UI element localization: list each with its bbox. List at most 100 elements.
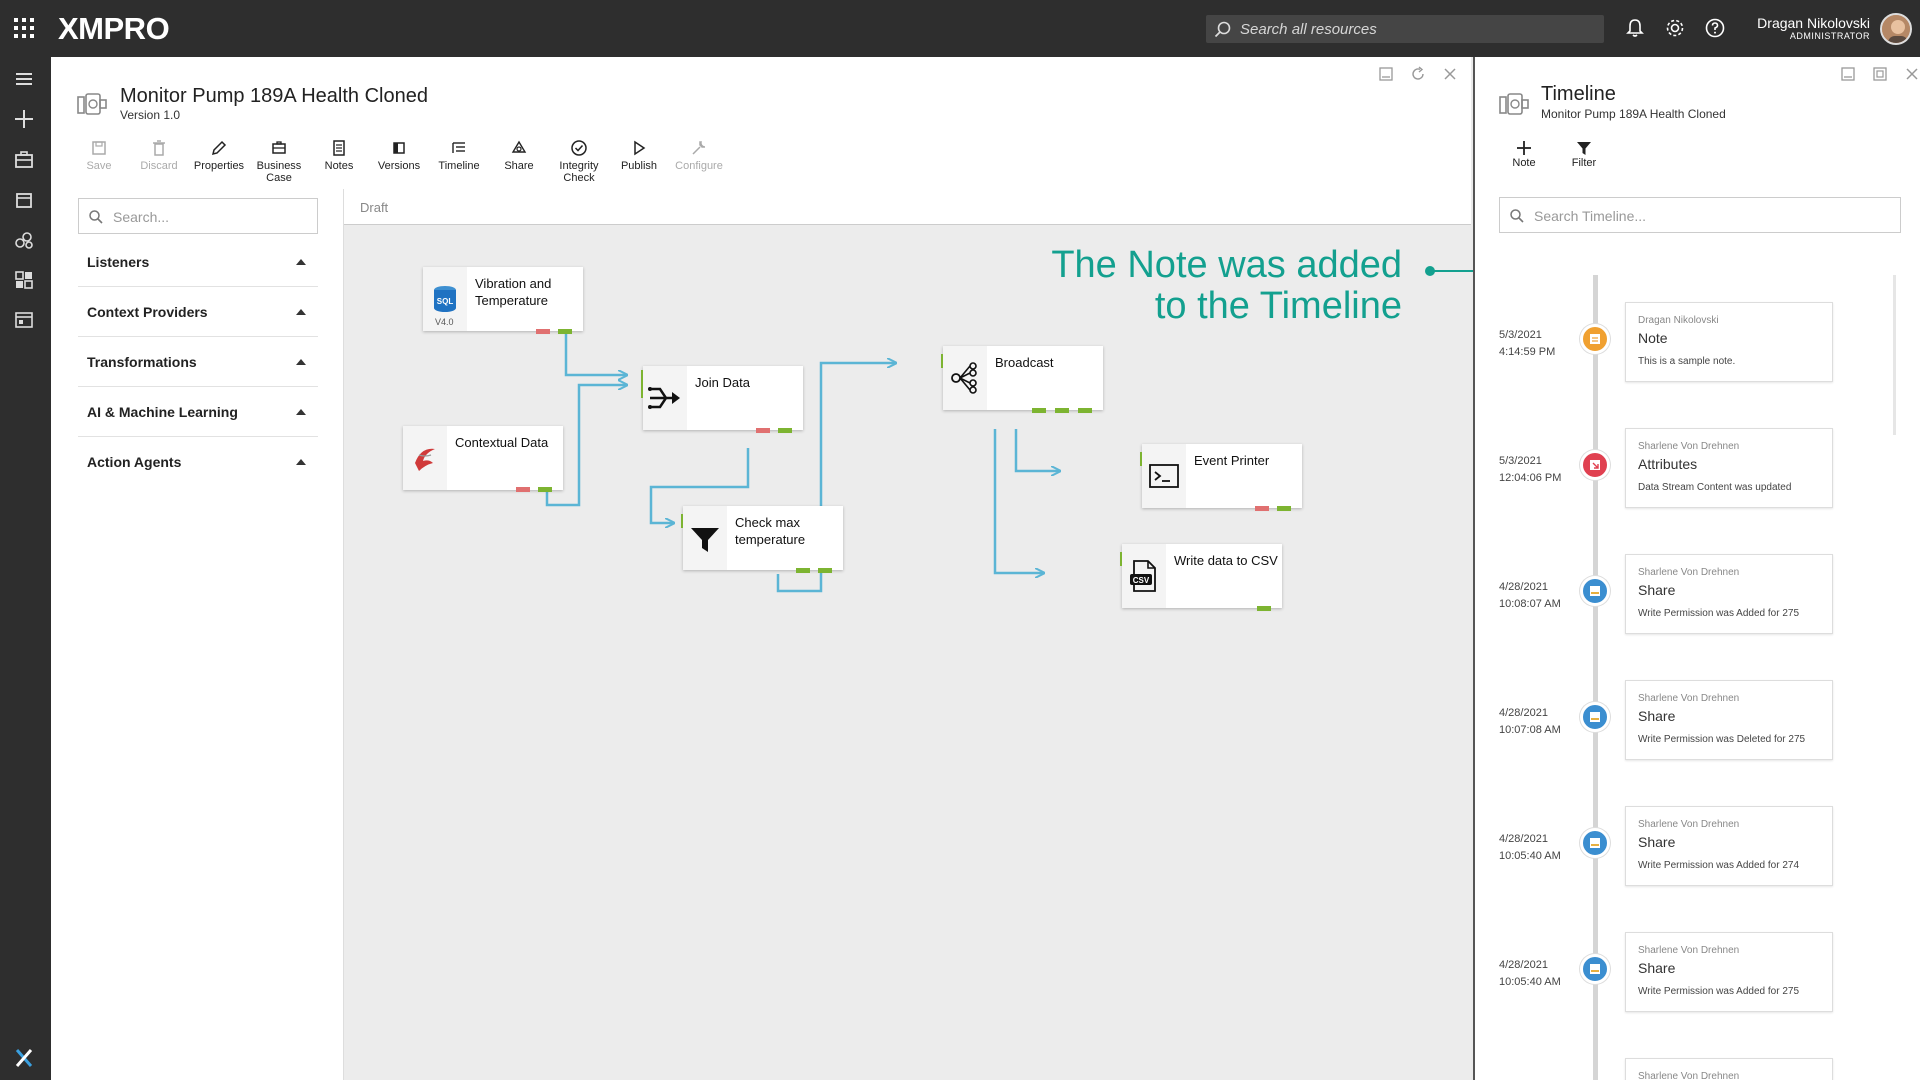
- agent-toolbox: Search... Listeners Context Providers Tr…: [51, 189, 344, 1080]
- timeline-entry-card[interactable]: Sharlene Von Drehnen Share Write Permiss…: [1625, 680, 1833, 760]
- annotation-line-1: The Note was added: [1051, 244, 1402, 286]
- minimize-icon[interactable]: [1377, 65, 1395, 83]
- global-search-input[interactable]: Search all resources: [1206, 15, 1604, 43]
- timeline-label: Timeline: [438, 160, 480, 172]
- category-listeners[interactable]: Listeners: [78, 237, 318, 287]
- configure-label: Configure: [675, 160, 723, 172]
- error-port[interactable]: [516, 487, 530, 492]
- output-port[interactable]: [1257, 606, 1271, 611]
- agent-node-contextual-data[interactable]: Contextual Data: [403, 426, 563, 492]
- timeline-entry-card[interactable]: Sharlene Von Drehnen Share Write Permiss…: [1625, 806, 1833, 886]
- close-icon[interactable]: [1903, 65, 1920, 83]
- output-port[interactable]: [1277, 506, 1291, 511]
- entry-type: Attributes: [1638, 456, 1698, 472]
- output-port[interactable]: [1055, 408, 1069, 413]
- timeline-entry-card[interactable]: Sharlene Von Drehnen Share Write Permiss…: [1625, 932, 1833, 1012]
- check-circle-icon: [571, 140, 587, 156]
- svg-text:SQL: SQL: [437, 297, 454, 306]
- node-version: V4.0: [435, 317, 454, 327]
- timeline-entry-card[interactable]: Sharlene Von Drehnen: [1625, 1058, 1833, 1080]
- user-role: ADMINISTRATOR: [1789, 31, 1870, 41]
- maximize-icon[interactable]: [1871, 65, 1889, 83]
- collapse-icon: [296, 259, 306, 265]
- output-port[interactable]: [778, 428, 792, 433]
- calendar-icon[interactable]: [13, 189, 35, 211]
- output-port[interactable]: [818, 568, 832, 573]
- output-port[interactable]: [796, 568, 810, 573]
- share-label: Share: [504, 160, 534, 172]
- share-entry-icon: [1580, 576, 1610, 606]
- collapse-icon: [296, 409, 306, 415]
- agent-node-write-csv[interactable]: CSV Write data to CSV: [1120, 544, 1282, 611]
- category-ai-machine-learning[interactable]: AI & Machine Learning: [78, 387, 318, 437]
- recommendations-icon[interactable]: [13, 229, 35, 251]
- category-action-agents[interactable]: Action Agents: [78, 437, 318, 487]
- agent-node-vibration-temperature[interactable]: SQL Vibration and Temperature V4.0: [423, 267, 583, 334]
- apps-icon[interactable]: [13, 309, 35, 331]
- dashboard-icon[interactable]: [13, 269, 35, 291]
- timeline-search-input[interactable]: Search Timeline...: [1499, 197, 1901, 233]
- agent-node-join-data[interactable]: Join Data: [641, 366, 803, 433]
- close-icon[interactable]: [1441, 65, 1459, 83]
- data-stream-designer: Monitor Pump 189A Health Cloned Version …: [51, 57, 1471, 1080]
- entry-description: Write Permission was Added for 274: [1638, 860, 1800, 871]
- timeline-entry-card[interactable]: Sharlene Von Drehnen Attributes Data Str…: [1625, 428, 1833, 508]
- xmpro-logo-icon[interactable]: [13, 1047, 35, 1069]
- avatar[interactable]: [1880, 13, 1912, 45]
- entry-user: Sharlene Von Drehnen: [1638, 567, 1740, 578]
- note-entry-icon: [1580, 324, 1610, 354]
- timeline-search-placeholder: Search Timeline...: [1534, 208, 1647, 224]
- share-entry-icon: [1580, 954, 1610, 984]
- category-transformations[interactable]: Transformations: [78, 337, 318, 387]
- plus-icon: [1517, 141, 1531, 155]
- annotation-line-2: to the Timeline: [1154, 285, 1402, 327]
- top-bar: XMPRO Search all resources Dragan Nikolo…: [0, 0, 1920, 57]
- refresh-icon[interactable]: [1409, 65, 1427, 83]
- node-label: Contextual Data: [455, 435, 549, 450]
- toolbox-search-input[interactable]: Search...: [78, 198, 318, 234]
- entry-timestamp: 4/28/2021 10:07:08 AM: [1499, 707, 1561, 736]
- menu-icon[interactable]: [13, 68, 35, 90]
- entry-timestamp: 5/3/2021 4:14:59 PM: [1499, 329, 1556, 358]
- filter-button[interactable]: Filter: [1559, 139, 1609, 169]
- add-note-button[interactable]: Note: [1499, 139, 1549, 169]
- entry-type: Note: [1638, 330, 1668, 346]
- filter-icon: [683, 506, 727, 570]
- entry-user: Sharlene Von Drehnen: [1638, 945, 1740, 956]
- join-icon: [643, 366, 687, 430]
- output-port[interactable]: [1078, 408, 1092, 413]
- timeline-scrollbar[interactable]: [1893, 275, 1896, 435]
- timeline-entry-card[interactable]: Dragan Nikolovski Note This is a sample …: [1625, 302, 1833, 382]
- brand-logo[interactable]: XMPRO: [58, 11, 170, 47]
- output-port[interactable]: [1032, 408, 1046, 413]
- entry-timestamp: 4/28/2021 10:05:40 AM: [1499, 833, 1561, 862]
- page-title: Monitor Pump 189A Health Cloned: [120, 85, 428, 107]
- briefcase-icon[interactable]: [13, 149, 35, 171]
- error-port[interactable]: [756, 428, 770, 433]
- agent-node-broadcast[interactable]: Broadcast: [941, 346, 1103, 413]
- share-entry-icon: [1580, 702, 1610, 732]
- user-name[interactable]: Dragan Nikolovski: [1740, 15, 1870, 31]
- error-port[interactable]: [1255, 506, 1269, 511]
- plus-icon[interactable]: [13, 108, 35, 130]
- category-label: Transformations: [87, 354, 197, 370]
- timeline-entry-card[interactable]: Sharlene Von Drehnen Share Write Permiss…: [1625, 554, 1833, 634]
- minimize-icon[interactable]: [1839, 65, 1857, 83]
- output-port[interactable]: [558, 329, 572, 334]
- timeline-title: Timeline: [1541, 83, 1616, 105]
- timeline-panel: Timeline Monitor Pump 189A Health Cloned…: [1473, 57, 1920, 1080]
- output-port[interactable]: [538, 487, 552, 492]
- toolbox-search-placeholder: Search...: [113, 209, 170, 225]
- agent-node-check-max-temperature[interactable]: Check max temperature: [681, 506, 843, 573]
- category-context-providers[interactable]: Context Providers: [78, 287, 318, 337]
- help-icon[interactable]: [1704, 17, 1726, 39]
- error-port[interactable]: [536, 329, 550, 334]
- console-icon: [1142, 444, 1186, 508]
- bell-icon[interactable]: [1624, 17, 1646, 39]
- notes-label: Notes: [324, 160, 354, 172]
- gear-icon[interactable]: [1664, 17, 1686, 39]
- app-launcher-icon[interactable]: [14, 18, 34, 38]
- agent-node-event-printer[interactable]: Event Printer: [1140, 444, 1302, 511]
- entry-type: Share: [1638, 834, 1676, 850]
- search-icon: [1214, 21, 1231, 38]
